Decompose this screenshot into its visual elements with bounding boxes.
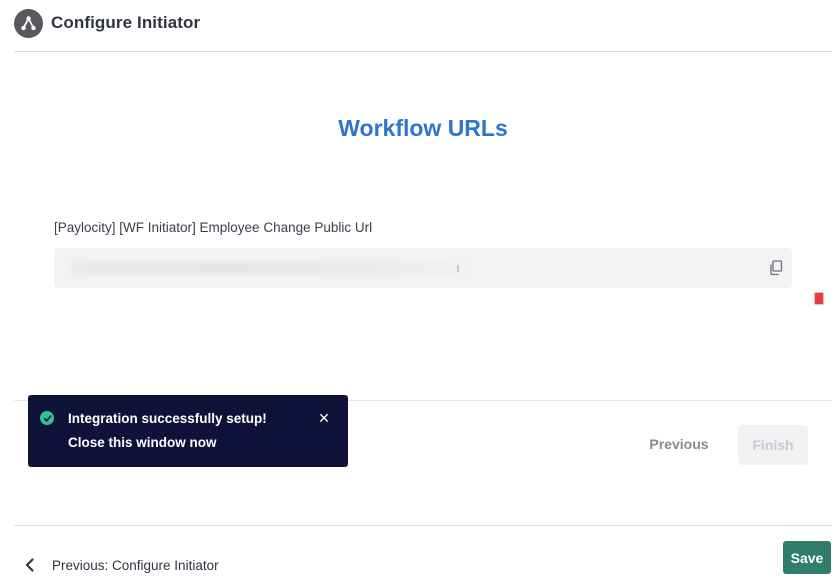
success-toast: Integration successfully setup! Close th… (28, 395, 348, 467)
finish-button[interactable]: Finish (738, 425, 808, 465)
copy-icon[interactable] (769, 260, 783, 276)
workflow-icon (14, 9, 43, 38)
page-title: Configure Initiator (51, 13, 201, 32)
public-url-field[interactable] (54, 248, 792, 288)
back-link-label: Previous: Configure Initiator (52, 557, 219, 573)
toast-message: Integration successfully setup! (68, 411, 267, 426)
section-title: Workflow URLs (338, 115, 508, 141)
back-link[interactable]: Previous: Configure Initiator (22, 553, 219, 577)
blurred-url-value (70, 261, 464, 275)
header-divider (14, 51, 832, 52)
close-icon[interactable]: ✕ (316, 410, 332, 426)
check-circle-icon (40, 411, 54, 425)
url-text-cursor (457, 265, 459, 272)
chevron-left-icon (25, 558, 34, 572)
toast-submessage: Close this window now (68, 435, 217, 450)
save-button[interactable]: Save (783, 541, 831, 574)
header: Configure Initiator (0, 0, 838, 52)
url-field-label: [Paylocity] [WF Initiator] Employee Chan… (54, 220, 373, 235)
red-indicator (815, 293, 823, 304)
previous-button[interactable]: Previous (642, 425, 716, 463)
footer-divider (14, 525, 832, 526)
